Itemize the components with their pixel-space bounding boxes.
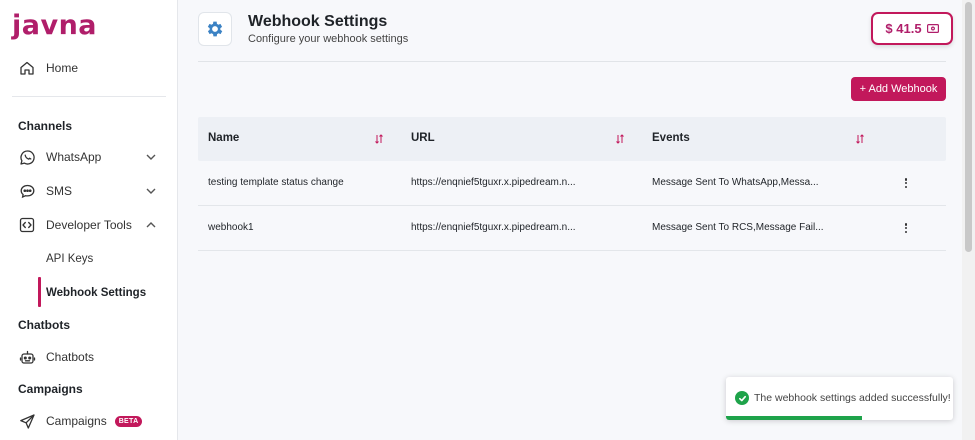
- success-toast[interactable]: The webhook settings added successfully!: [726, 377, 953, 420]
- beta-badge: BETA: [114, 415, 143, 427]
- page-subtitle: Configure your webhook settings: [248, 33, 409, 45]
- cell-name: webhook1: [208, 222, 254, 233]
- table-row[interactable]: webhook1 https://enqnief5tguxr.x.pipedre…: [198, 206, 946, 251]
- more-options-icon[interactable]: [902, 221, 910, 235]
- sidebar-item-label: Chatbots: [46, 350, 95, 364]
- sidebar-item-chatbots[interactable]: Chatbots: [12, 343, 166, 371]
- wallet-icon: [926, 24, 939, 33]
- sidebar-item-home[interactable]: Home: [12, 54, 166, 82]
- sidebar-item-webhook-settings[interactable]: Webhook Settings: [46, 287, 146, 299]
- sidebar-item-label: SMS: [46, 184, 73, 198]
- toast-progress-track: [726, 416, 953, 420]
- table-header: Name URL Events: [198, 117, 946, 161]
- cell-events: Message Sent To WhatsApp,Messa...: [652, 177, 819, 188]
- active-indicator: [38, 277, 41, 307]
- chevron-up-icon[interactable]: [144, 218, 158, 232]
- column-header-url: URL: [411, 132, 435, 144]
- sort-icon[interactable]: [855, 134, 865, 144]
- sidebar-item-api-keys[interactable]: API Keys: [46, 253, 93, 265]
- more-options-icon[interactable]: [902, 176, 910, 190]
- sidebar-item-label: Developer Tools: [46, 218, 132, 232]
- home-icon: [18, 59, 36, 77]
- add-webhook-button[interactable]: + Add Webhook: [851, 77, 946, 101]
- page-title: Webhook Settings: [248, 13, 388, 30]
- sidebar-item-whatsapp[interactable]: WhatsApp: [12, 143, 166, 171]
- whatsapp-icon: [18, 148, 36, 166]
- send-icon: [18, 412, 36, 430]
- sidebar-item-campaigns[interactable]: Campaigns BETA: [12, 407, 166, 435]
- cell-url: https://enqnief5tguxr.x.pipedream.n...: [411, 222, 576, 233]
- scrollbar[interactable]: [962, 0, 975, 440]
- table-row[interactable]: testing template status change https://e…: [198, 161, 946, 206]
- toast-progress-bar: [726, 416, 863, 420]
- balance-button[interactable]: $ 41.5: [871, 12, 953, 45]
- sidebar-item-label: WhatsApp: [46, 150, 102, 164]
- sms-icon: [18, 182, 36, 200]
- sort-icon[interactable]: [615, 134, 625, 144]
- gear-icon: [207, 21, 223, 37]
- toast-message: The webhook settings added successfully!: [754, 392, 951, 404]
- sidebar-item-label: Campaigns: [46, 414, 107, 428]
- section-chatbots: Chatbots: [18, 318, 70, 332]
- section-campaigns: Campaigns: [18, 382, 83, 396]
- cell-url: https://enqnief5tguxr.x.pipedream.n...: [411, 177, 576, 188]
- code-icon: [18, 216, 36, 234]
- cell-events: Message Sent To RCS,Message Fail...: [652, 222, 824, 233]
- column-header-events: Events: [652, 132, 690, 144]
- sidebar-item-label: Home: [46, 61, 79, 75]
- cell-name: testing template status change: [208, 177, 344, 188]
- column-header-name: Name: [208, 132, 240, 144]
- bot-icon: [18, 348, 36, 366]
- chevron-down-icon[interactable]: [144, 150, 158, 164]
- sidebar: javna Home Channels WhatsApp SMS Develop…: [0, 0, 178, 440]
- sidebar-item-developer-tools[interactable]: Developer Tools: [12, 211, 166, 239]
- logo: javna: [12, 10, 98, 41]
- sidebar-divider: [12, 96, 166, 97]
- balance-amount: $ 41.5: [885, 21, 922, 36]
- webhook-settings-icon-box: [198, 12, 232, 46]
- check-circle-icon: [735, 391, 749, 405]
- scrollbar-thumb[interactable]: [965, 2, 972, 252]
- header-divider: [198, 61, 946, 62]
- chevron-down-icon[interactable]: [144, 184, 158, 198]
- sidebar-item-sms[interactable]: SMS: [12, 177, 166, 205]
- sort-icon[interactable]: [374, 134, 384, 144]
- section-channels: Channels: [18, 119, 73, 133]
- webhooks-table: Name URL Events testing template status …: [198, 117, 946, 251]
